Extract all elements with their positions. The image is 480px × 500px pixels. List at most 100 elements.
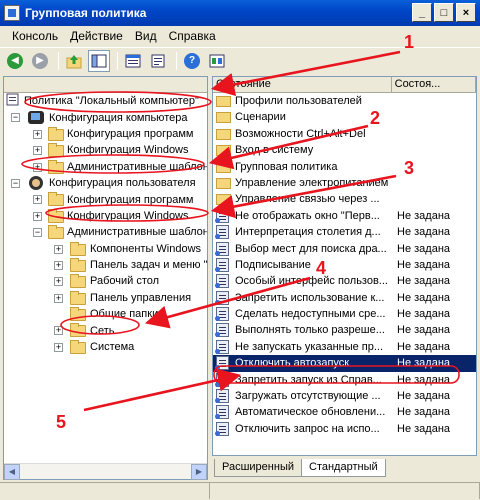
list-item-folder[interactable]: Возможности Ctrl+Alt+Del bbox=[213, 126, 476, 142]
folder-icon bbox=[216, 145, 231, 157]
list-item-policy[interactable]: Выбор мест для поиска дра... Не задана bbox=[213, 241, 476, 257]
tree-label: Административные шаблоны bbox=[67, 226, 208, 239]
list-item-folder[interactable]: Сценарии bbox=[213, 109, 476, 125]
tree-node[interactable]: + Административные шаблоны bbox=[4, 159, 207, 175]
list-item-folder[interactable]: Управление электропитанием bbox=[213, 175, 476, 191]
up-folder-button[interactable] bbox=[63, 50, 85, 72]
tree-node[interactable]: + Компоненты Windows bbox=[4, 241, 207, 257]
tree-node-computer-config[interactable]: − Конфигурация компьютера bbox=[4, 109, 207, 125]
horizontal-scrollbar[interactable]: ◀ ▶ bbox=[4, 463, 207, 480]
policy-name: Загружать отсутствующие ... bbox=[235, 390, 381, 403]
list-item-policy[interactable]: Не отображать окно "Перв... Не задана bbox=[213, 208, 476, 224]
tree-label: Конфигурация программ bbox=[67, 193, 194, 206]
tree-node[interactable]: + Конфигурация программ bbox=[4, 126, 207, 142]
list-item-policy[interactable]: Особый интерфейс пользов... Не задана bbox=[213, 273, 476, 289]
tree-header bbox=[4, 77, 207, 93]
expand-icon[interactable]: + bbox=[33, 129, 42, 139]
list-item-policy[interactable]: Выполнять только разреше... Не задана bbox=[213, 322, 476, 338]
scroll-left-icon[interactable]: ◀ bbox=[4, 464, 20, 480]
menu-console[interactable]: Консоль bbox=[6, 29, 64, 43]
toolbar: ◀ ▶ ? bbox=[0, 47, 480, 73]
tree-node-admin-templates[interactable]: − Административные шаблоны bbox=[4, 224, 207, 240]
policy-name: Сценарии bbox=[235, 111, 286, 124]
show-hide-tree-button[interactable] bbox=[88, 49, 110, 72]
list-item-policy[interactable]: Интерпретация столетия д... Не задана bbox=[213, 224, 476, 240]
tree-node-system[interactable]: + Система bbox=[4, 339, 207, 355]
menu-view[interactable]: Вид bbox=[129, 29, 163, 43]
tab-standard[interactable]: Стандартный bbox=[301, 459, 386, 477]
scroll-right-icon[interactable]: ▶ bbox=[191, 464, 207, 480]
tree-root[interactable]: Политика "Локальный компьютер" bbox=[4, 93, 207, 109]
up-folder-icon bbox=[66, 54, 82, 68]
forward-button[interactable]: ▶ bbox=[29, 50, 51, 72]
list-item-policy[interactable]: Отключить запрос на испо... Не задана bbox=[213, 421, 476, 437]
tab-extended[interactable]: Расширенный bbox=[214, 459, 302, 477]
expand-icon[interactable]: + bbox=[54, 260, 63, 270]
properties-button[interactable] bbox=[122, 50, 144, 72]
help-button[interactable]: ? bbox=[181, 50, 203, 72]
tree-node[interactable]: + Сеть bbox=[4, 322, 207, 338]
policy-state: Не задана bbox=[397, 373, 451, 386]
tree-node[interactable]: + Панель управления bbox=[4, 290, 207, 306]
collapse-icon[interactable]: − bbox=[11, 178, 20, 188]
expand-icon[interactable]: + bbox=[33, 146, 42, 156]
menu-help[interactable]: Справка bbox=[163, 29, 222, 43]
expand-icon[interactable]: + bbox=[33, 211, 42, 221]
expand-icon[interactable]: + bbox=[54, 244, 63, 254]
list-item-policy[interactable]: Отключить автозапуск Не задана bbox=[213, 355, 476, 372]
list-item-policy[interactable]: Подписывание Не задана bbox=[213, 257, 476, 273]
folder-icon bbox=[216, 112, 231, 124]
tree-label: Конфигурация Windows bbox=[67, 144, 189, 157]
expand-icon[interactable]: + bbox=[54, 342, 63, 352]
policy-setting-icon bbox=[215, 372, 229, 387]
list-item-policy[interactable]: Загружать отсутствующие ... Не задана bbox=[213, 388, 476, 404]
tree-node[interactable]: + Рабочий стол bbox=[4, 273, 207, 289]
list-header: Состояние Состоя... bbox=[213, 77, 476, 93]
close-button[interactable]: × bbox=[456, 3, 476, 22]
expand-icon[interactable]: + bbox=[33, 162, 42, 172]
expand-icon[interactable]: + bbox=[54, 277, 63, 287]
show-extended-icon bbox=[209, 54, 225, 67]
list-item-policy[interactable]: Сделать недоступными сре... Не задана bbox=[213, 306, 476, 322]
folder-icon bbox=[48, 143, 64, 158]
list-item-policy[interactable]: Запретить использование к... Не задана bbox=[213, 290, 476, 306]
policy-setting-icon bbox=[215, 421, 229, 436]
maximize-button[interactable]: □ bbox=[434, 3, 454, 22]
list-item-policy[interactable]: Не запускать указанные пр... Не задана bbox=[213, 339, 476, 355]
tree-label: Конфигурация программ bbox=[67, 127, 194, 140]
collapse-icon[interactable]: − bbox=[11, 113, 20, 123]
policy-setting-icon bbox=[215, 241, 229, 256]
list-item-policy[interactable]: Запретить запуск из Справ... Не задана bbox=[213, 372, 476, 388]
list-item-folder[interactable]: Управление связью через ... bbox=[213, 191, 476, 207]
policy-name: Особый интерфейс пользов... bbox=[235, 275, 388, 288]
expand-icon[interactable]: + bbox=[54, 293, 63, 303]
policy-name: Не запускать указанные пр... bbox=[235, 340, 384, 353]
collapse-icon[interactable]: − bbox=[33, 228, 42, 238]
minimize-button[interactable]: _ bbox=[412, 3, 432, 22]
list-item-policy[interactable]: Автоматическое обновлени... Не задана bbox=[213, 404, 476, 420]
list-item-folder[interactable]: Вход в систему bbox=[213, 142, 476, 158]
list-item-folder[interactable]: Профили пользователей bbox=[213, 93, 476, 109]
tree-node[interactable]: + Конфигурация Windows bbox=[4, 208, 207, 224]
policy-state: Не задана bbox=[397, 390, 451, 403]
folder-icon bbox=[216, 194, 231, 206]
view-tabs: Расширенный Стандартный bbox=[214, 459, 474, 477]
show-extended-button[interactable] bbox=[206, 50, 228, 72]
column-header-state[interactable]: Состоя... bbox=[392, 77, 476, 92]
menu-action[interactable]: Действие bbox=[64, 29, 129, 43]
status-bar bbox=[0, 482, 480, 500]
console-tree[interactable]: Политика "Локальный компьютер" − Конфигу… bbox=[3, 76, 208, 480]
column-header-name[interactable]: Состояние bbox=[213, 77, 392, 92]
tree-node[interactable]: + Конфигурация программ bbox=[4, 191, 207, 207]
tree-node-user-config[interactable]: − Конфигурация пользователя bbox=[4, 175, 207, 191]
expand-icon[interactable]: + bbox=[33, 195, 42, 205]
back-button[interactable]: ◀ bbox=[4, 50, 26, 72]
export-list-button[interactable] bbox=[147, 50, 169, 72]
tree-label: Административные шаблоны bbox=[67, 160, 208, 173]
tree-node[interactable]: Общие папки bbox=[4, 306, 207, 322]
tree-node[interactable]: + Панель задач и меню "Пуск" bbox=[4, 257, 207, 273]
expand-icon[interactable]: + bbox=[54, 326, 63, 336]
list-item-folder[interactable]: Групповая политика bbox=[213, 159, 476, 175]
policy-list[interactable]: Состояние Состоя... Профили пользователе… bbox=[212, 76, 477, 456]
tree-node[interactable]: + Конфигурация Windows bbox=[4, 142, 207, 158]
